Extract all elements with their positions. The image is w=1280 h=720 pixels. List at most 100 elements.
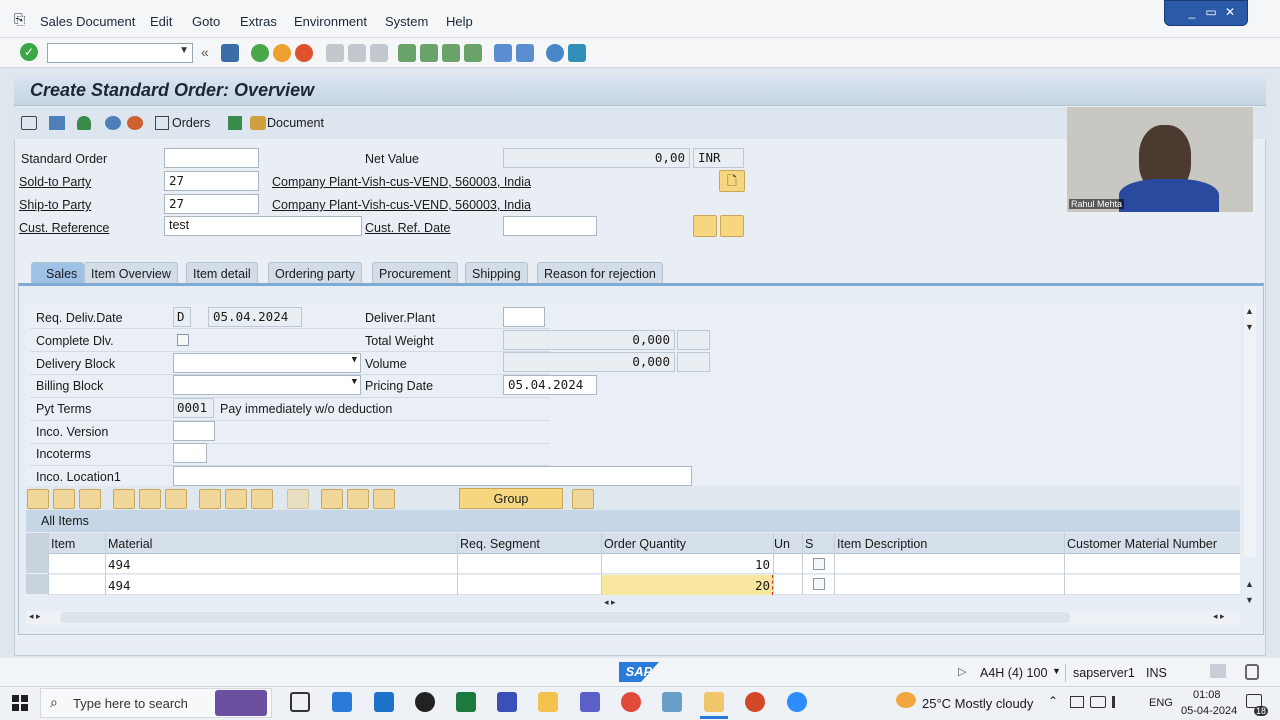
network-icon[interactable] [1070, 696, 1084, 708]
tab-reason-for-rejection[interactable]: Reason for rejection [537, 262, 663, 284]
menu-extras[interactable]: Extras [240, 14, 277, 29]
store-icon[interactable] [332, 692, 352, 712]
overview-icon[interactable] [105, 116, 121, 130]
texts-icon[interactable] [373, 489, 395, 509]
material-cell[interactable]: 494 [108, 557, 131, 572]
column-item[interactable]: Item [51, 537, 75, 551]
scroll-left-arrow-icon[interactable]: ◂ ▸ [29, 611, 41, 622]
column-material[interactable]: Material [108, 537, 152, 551]
tab-sales[interactable]: Sales [31, 262, 85, 284]
minimize-button[interactable]: _ [1183, 3, 1201, 21]
material-cell[interactable]: 494 [108, 578, 131, 593]
dell-icon[interactable] [415, 692, 435, 712]
next-page-icon[interactable] [442, 44, 460, 62]
clock-date[interactable]: 05-04-2024 [1181, 705, 1237, 717]
find-next-icon[interactable] [370, 44, 388, 62]
pricing-date-field[interactable]: 05.04.2024 [503, 375, 597, 395]
sum-icon[interactable] [228, 116, 242, 130]
row-selector[interactable] [26, 554, 48, 574]
cust-ref-date-field[interactable] [503, 216, 597, 236]
tab-item-detail[interactable]: Item detail [186, 262, 258, 284]
req-deliv-date-field[interactable]: 05.04.2024 [208, 307, 302, 327]
menu-edit[interactable]: Edit [150, 14, 172, 29]
pyt-terms-field[interactable]: 0001 [173, 398, 214, 418]
schedule-icon[interactable] [251, 489, 273, 509]
document-icon[interactable] [250, 116, 266, 130]
volume-icon[interactable] [1112, 696, 1126, 708]
sold-to-label[interactable]: Sold-to Party [19, 175, 91, 189]
display-icon[interactable] [21, 116, 37, 130]
exit-icon[interactable] [273, 44, 291, 62]
insert-row-icon[interactable] [53, 489, 75, 509]
sap-gui-icon[interactable] [704, 692, 724, 712]
date-type-field[interactable]: D [173, 307, 191, 327]
task-view-icon[interactable] [290, 692, 310, 712]
vertical-scrollbar[interactable] [1244, 304, 1256, 557]
column-order-quantity[interactable]: Order Quantity [604, 537, 686, 551]
scroll-left-icon[interactable]: ◂ ▸ [604, 597, 616, 608]
enter-icon[interactable]: ✓ [20, 43, 38, 61]
standard-order-field[interactable] [164, 148, 259, 168]
menu-icon[interactable]: ⎘ [14, 11, 25, 28]
group-button[interactable]: Group [459, 488, 563, 509]
partner-icon[interactable] [77, 116, 91, 130]
language-indicator[interactable]: ENG [1149, 697, 1173, 709]
cust-reference-label[interactable]: Cust. Reference [19, 221, 109, 235]
column-customer-material-number[interactable]: Customer Material Number [1067, 537, 1217, 551]
scroll-up-icon[interactable]: ▲ [1245, 306, 1254, 316]
status-expand-icon[interactable]: ▷ [958, 665, 966, 678]
tab-procurement[interactable]: Procurement [372, 262, 458, 284]
file-explorer-icon[interactable] [538, 692, 558, 712]
sold-to-description[interactable]: Company Plant-Vish-cus-VEND, 560003, Ind… [272, 175, 531, 189]
document-button[interactable]: Document [267, 116, 324, 130]
ship-to-field[interactable]: 27 [164, 194, 259, 214]
orders-icon[interactable] [155, 116, 169, 130]
scroll-down-icon[interactable]: ▼ [1245, 322, 1254, 332]
note-icon[interactable]: 🗋 [719, 170, 745, 192]
partners-icon[interactable] [347, 489, 369, 509]
order-quantity-cell[interactable]: 20 [600, 578, 770, 593]
display-doc-icon[interactable] [693, 215, 717, 237]
orders-button[interactable]: Orders [172, 116, 210, 130]
powerpoint-icon[interactable] [745, 692, 765, 712]
excel-icon[interactable] [456, 692, 476, 712]
battery-icon[interactable] [1090, 696, 1106, 708]
collapse-icon[interactable]: « [201, 44, 209, 60]
layout-menu-icon[interactable] [568, 44, 586, 62]
taskbar-search-placeholder[interactable]: Type here to search [73, 696, 188, 711]
column-req-segment[interactable]: Req. Segment [460, 537, 540, 551]
teams-icon[interactable] [580, 692, 600, 712]
previous-page-icon[interactable] [420, 44, 438, 62]
print-preview-icon[interactable] [720, 215, 744, 237]
find-icon[interactable] [348, 44, 366, 62]
back-icon[interactable] [251, 44, 269, 62]
table-scroll-up-icon[interactable]: ▲ [1245, 579, 1254, 589]
column-unit[interactable]: Un [774, 537, 790, 551]
column-status[interactable]: S [805, 537, 813, 551]
cust-reference-field[interactable]: test [164, 216, 362, 236]
status-checkbox[interactable] [813, 558, 825, 570]
close-window-button[interactable]: ✕ [1221, 3, 1239, 21]
chevron-up-icon[interactable]: ⌃ [1048, 694, 1058, 708]
header-icon[interactable] [49, 116, 65, 130]
menu-help[interactable]: Help [446, 14, 473, 29]
mail-icon[interactable] [374, 692, 394, 712]
deliver-plant-field[interactable] [503, 307, 545, 327]
details-icon[interactable] [27, 489, 49, 509]
ship-to-description[interactable]: Company Plant-Vish-cus-VEND, 560003, Ind… [272, 198, 531, 212]
app-icon[interactable] [497, 692, 517, 712]
delete-row-icon[interactable] [79, 489, 101, 509]
delivery-block-select[interactable]: ▼ [173, 353, 361, 373]
weather-icon[interactable] [896, 692, 916, 708]
zoom-icon[interactable] [787, 692, 807, 712]
sap-logon-icon[interactable] [662, 692, 682, 712]
table-scroll-down-icon[interactable]: ▼ [1245, 595, 1254, 605]
system-info[interactable]: A4H (4) 100 [980, 666, 1047, 680]
save-icon[interactable] [221, 44, 239, 62]
chevron-down-icon[interactable]: ▼ [1052, 666, 1061, 676]
menu-environment[interactable]: Environment [294, 14, 367, 29]
complete-dlv-checkbox[interactable] [177, 334, 189, 346]
tab-item-overview[interactable]: Item Overview [84, 262, 178, 284]
inco-location-field[interactable] [173, 466, 692, 486]
lock-icon[interactable] [1245, 664, 1259, 680]
